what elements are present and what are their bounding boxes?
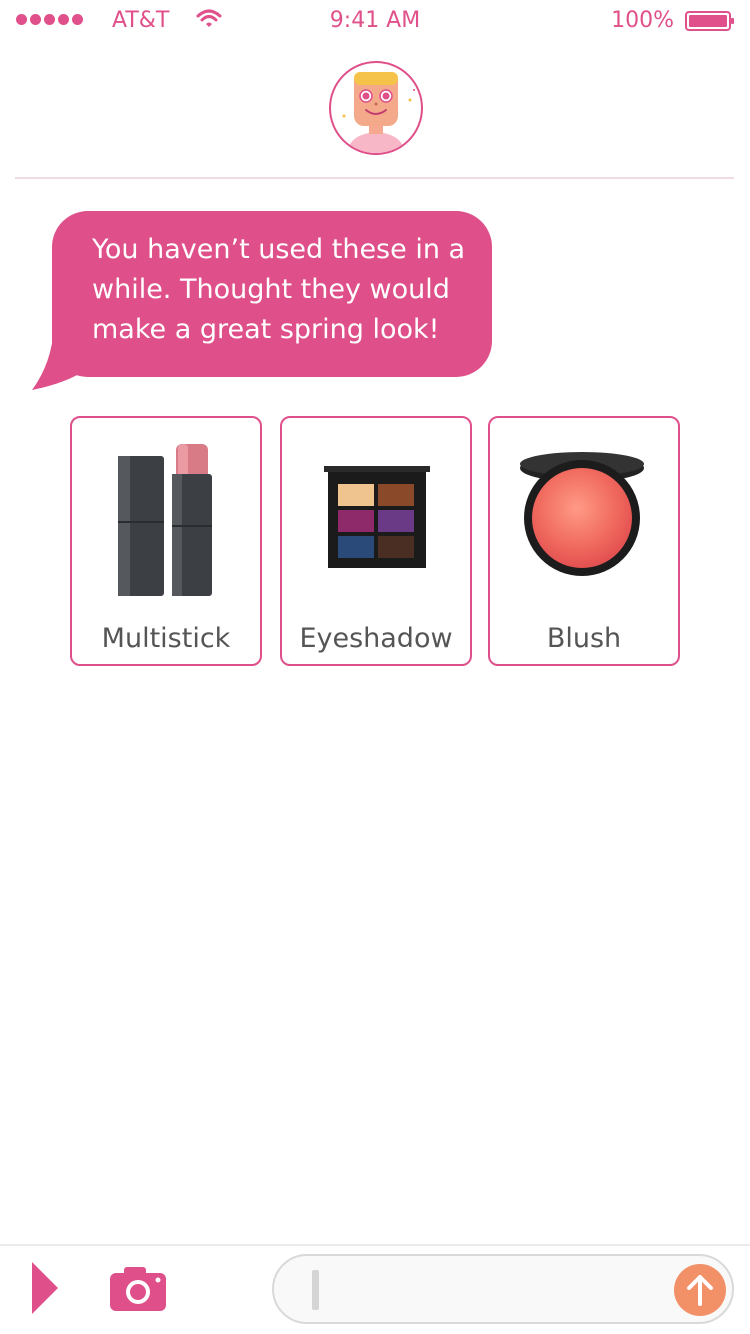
battery-icon (685, 11, 734, 31)
send-button[interactable] (674, 1264, 726, 1316)
lipstick-image (118, 444, 212, 596)
assistant-message: You haven’t used these in a while. Thoug… (32, 210, 494, 392)
product-card-multistick[interactable]: Multistick (70, 416, 262, 666)
eyeshadow-palette-image (324, 466, 430, 568)
text-cursor (312, 1270, 319, 1310)
play-icon[interactable] (30, 1260, 60, 1316)
assistant-avatar-icon[interactable] (328, 60, 424, 156)
message-input-field[interactable] (272, 1254, 734, 1324)
product-label: Multistick (101, 623, 231, 654)
status-bar: AT&T 9:41 AM 100% (0, 0, 750, 42)
header-divider (15, 177, 734, 179)
camera-icon[interactable] (108, 1265, 168, 1313)
compose-divider (0, 1244, 750, 1246)
arrow-up-icon (687, 1275, 713, 1306)
blush-compact-image (520, 452, 644, 576)
message-text: You haven’t used these in a while. Thoug… (92, 234, 466, 345)
battery-percentage: 100% (611, 8, 674, 33)
message-input[interactable] (328, 1266, 668, 1312)
product-card-eyeshadow[interactable]: Eyeshadow (280, 416, 472, 666)
product-label: Blush (546, 623, 622, 654)
product-label: Eyeshadow (299, 623, 453, 654)
product-card-blush[interactable]: Blush (488, 416, 680, 666)
